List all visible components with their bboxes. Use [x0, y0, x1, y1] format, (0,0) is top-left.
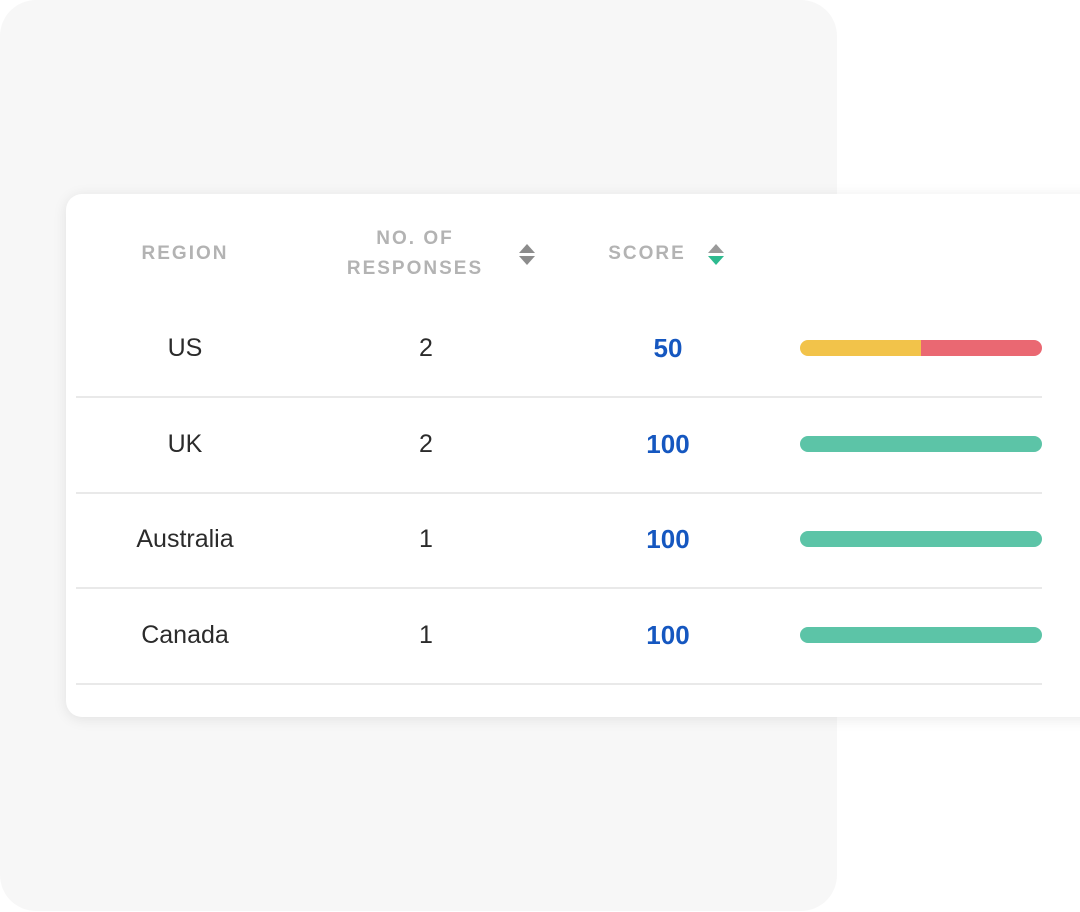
- score-bar: [800, 340, 1042, 356]
- score-header-label: SCORE: [608, 243, 686, 264]
- sort-icon[interactable]: [519, 243, 536, 265]
- responses-header-line1: NO. OF: [376, 228, 454, 249]
- responses-header-line2: RESPONSES: [346, 258, 484, 279]
- region-header-label: REGION: [141, 243, 229, 264]
- score-bar-segment: [800, 340, 921, 356]
- responses-header-label: NO. OF RESPONSES: [347, 224, 483, 284]
- sort-ascending-icon: [519, 243, 536, 253]
- score-bar: [800, 531, 1042, 547]
- table-row: Australia 1 100: [76, 492, 1042, 589]
- responses-cell: 1: [419, 620, 433, 649]
- score-cell: 100: [646, 428, 690, 459]
- region-score-table: REGION NO. OF RESPONSES SCORE US 2 50 UK 2 10…: [66, 194, 1080, 717]
- sort-descending-active-icon: [707, 255, 724, 265]
- score-bar-segment: [921, 340, 1042, 356]
- score-bar-segment: [800, 435, 1042, 452]
- score-cell: 50: [653, 333, 683, 363]
- region-cell: UK: [167, 429, 203, 458]
- column-header-region: REGION: [76, 194, 294, 314]
- region-cell: Australia: [136, 525, 234, 553]
- score-bar-segment: [800, 531, 1042, 547]
- responses-cell: 2: [419, 334, 433, 362]
- score-bar: [800, 435, 1042, 452]
- table-row: UK 2 100: [76, 397, 1042, 494]
- sort-ascending-icon: [707, 243, 724, 253]
- column-header-responses[interactable]: NO. OF RESPONSES: [316, 194, 566, 314]
- score-bar: [800, 626, 1042, 643]
- table-row: Canada 1 100: [76, 588, 1042, 685]
- region-cell: Canada: [141, 620, 229, 649]
- sort-descending-icon: [519, 255, 536, 265]
- score-bar-segment: [800, 626, 1042, 643]
- sort-icon[interactable]: [707, 243, 724, 265]
- responses-cell: 2: [419, 429, 433, 458]
- region-cell: US: [167, 334, 203, 362]
- column-header-score[interactable]: SCORE: [556, 194, 776, 314]
- table-row: US 2 50: [76, 301, 1042, 398]
- score-cell: 100: [646, 619, 690, 650]
- score-cell: 100: [646, 524, 690, 554]
- responses-cell: 1: [419, 525, 433, 553]
